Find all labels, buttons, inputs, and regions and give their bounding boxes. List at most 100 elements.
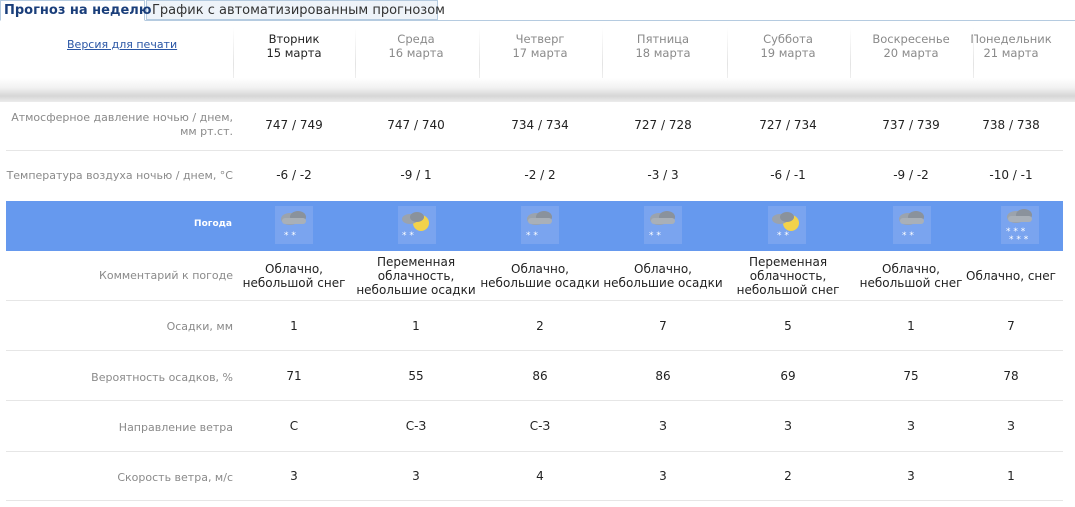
svg-text:* *: * * [526,231,538,241]
pressure-value: 727 / 734 [759,118,817,132]
wind-speed-value: 2 [784,469,792,483]
cloudy-light-snow-icon: * * [521,206,559,244]
pressure-label: Атмосферное давление ночью / днем, мм рт… [11,111,233,138]
tab-weekly-forecast[interactable]: Прогноз на неделю [0,0,151,21]
day-header: Воскресенье 20 марта [850,32,972,60]
precipitation-value: 1 [290,319,298,333]
wind-direction-value: С [289,419,299,433]
tab-bar: Прогноз на неделю График с автоматизиров… [0,0,1075,21]
svg-text:* *: * * [902,231,914,241]
wind-speed-value: 4 [536,469,544,483]
comment-value: Облачно, небольшой снег [859,262,963,290]
svg-text:* *: * * [649,231,661,241]
cloudy-light-snow-icon: * * [644,206,682,244]
wind-speed-label: Скорость ветра, м/с [117,471,233,484]
precipitation-probability-value: 75 [903,369,919,383]
row-divider [6,400,1063,401]
day-date: 19 марта [760,46,816,60]
comment-value: Переменная облачность, небольшие осадки [356,255,476,297]
header-shadow [0,78,1075,102]
svg-text:* * *: * * * [1009,235,1029,245]
precipitation-probability-value: 69 [780,369,796,383]
wind-direction-value: З [784,419,792,433]
row-divider [6,350,1063,351]
temperature-value: -2 / 2 [524,168,556,182]
precipitation-label: Осадки, мм [166,320,233,333]
day-name: Пятница [636,32,690,46]
row-divider [6,500,1063,501]
day-header: Пятница 18 марта [602,32,724,60]
pressure-value: 737 / 739 [882,118,940,132]
day-name: Среда [397,32,435,46]
row-divider [6,300,1063,301]
pressure-value: 747 / 749 [265,118,323,132]
comment-value: Облачно, небольшие осадки [603,262,723,290]
svg-text:* *: * * [777,231,789,241]
day-date: 16 марта [388,46,444,60]
wind-direction-label: Направление ветра [118,421,233,434]
pressure-value: 727 / 728 [634,118,692,132]
partly-cloudy-light-snow-icon: * * [398,206,436,244]
precipitation-value: 7 [1007,319,1015,333]
day-date: 20 марта [883,46,939,60]
precipitation-probability-value: 71 [286,369,302,383]
wind-speed-value: 3 [659,469,667,483]
day-header: Четверг 17 марта [479,32,601,60]
temperature-value: -3 / 3 [647,168,679,182]
precipitation-value: 5 [784,319,792,333]
temperature-value: -6 / -2 [276,168,312,182]
temperature-value: -10 / -1 [989,168,1033,182]
temperature-value: -6 / -1 [770,168,806,182]
wind-direction-value: З [1007,419,1015,433]
day-name: Воскресенье [872,32,950,46]
tab-automated-forecast-chart[interactable]: График с автоматизированным прогнозом [146,0,445,20]
pressure-value: 747 / 740 [387,118,445,132]
cloudy-light-snow-icon: * * [893,206,931,244]
precipitation-probability-label: Вероятность осадков, % [91,371,233,384]
day-header: Суббота 19 марта [727,32,849,60]
precipitation-value: 1 [907,319,915,333]
day-name: Вторник [268,32,320,46]
precipitation-probability-value: 86 [655,369,671,383]
precipitation-value: 1 [412,319,420,333]
wind-direction-value: З [907,419,915,433]
svg-text:* *: * * [284,231,296,241]
day-name: Суббота [763,32,813,46]
wind-speed-value: 1 [1007,469,1015,483]
print-version-link[interactable]: Версия для печати [67,38,177,51]
wind-speed-value: 3 [412,469,420,483]
temperature-value: -9 / 1 [400,168,432,182]
cloudy-light-snow-icon: * * [275,206,313,244]
day-date: 15 марта [266,46,322,60]
wind-direction-value: С-З [529,419,551,433]
precipitation-probability-value: 55 [408,369,424,383]
precipitation-value: 7 [659,319,667,333]
comment-value: Облачно, небольшой снег [242,262,346,290]
svg-text:* *: * * [402,231,414,241]
comment-value: Облачно, снег [966,269,1056,283]
row-divider [6,451,1063,452]
comment-value: Переменная облачность, небольшой снег [736,255,840,297]
pressure-value: 734 / 734 [511,118,569,132]
partly-cloudy-light-snow-icon: * * [768,206,806,244]
wind-direction-value: З [659,419,667,433]
temperature-value: -9 / -2 [893,168,929,182]
precipitation-probability-value: 78 [1003,369,1019,383]
wind-direction-value: С-З [405,419,427,433]
pressure-value: 738 / 738 [982,118,1040,132]
precipitation-probability-value: 86 [532,369,548,383]
wind-speed-value: 3 [290,469,298,483]
weather-label: Погода [194,219,232,229]
day-date: 17 марта [512,46,568,60]
comment-label: Комментарий к погоде [99,269,233,282]
day-name: Четверг [515,32,565,46]
cloudy-snow-icon: * * * * * * [1001,206,1039,245]
comment-value: Облачно, небольшие осадки [480,262,600,290]
day-header: Вторник 15 марта [233,32,355,60]
temperature-label: Температура воздуха ночью / днем, °С [6,169,233,182]
row-divider [6,150,1063,151]
day-header: Среда 16 марта [355,32,477,60]
wind-speed-value: 3 [907,469,915,483]
day-date: 18 марта [635,46,691,60]
precipitation-value: 2 [536,319,544,333]
